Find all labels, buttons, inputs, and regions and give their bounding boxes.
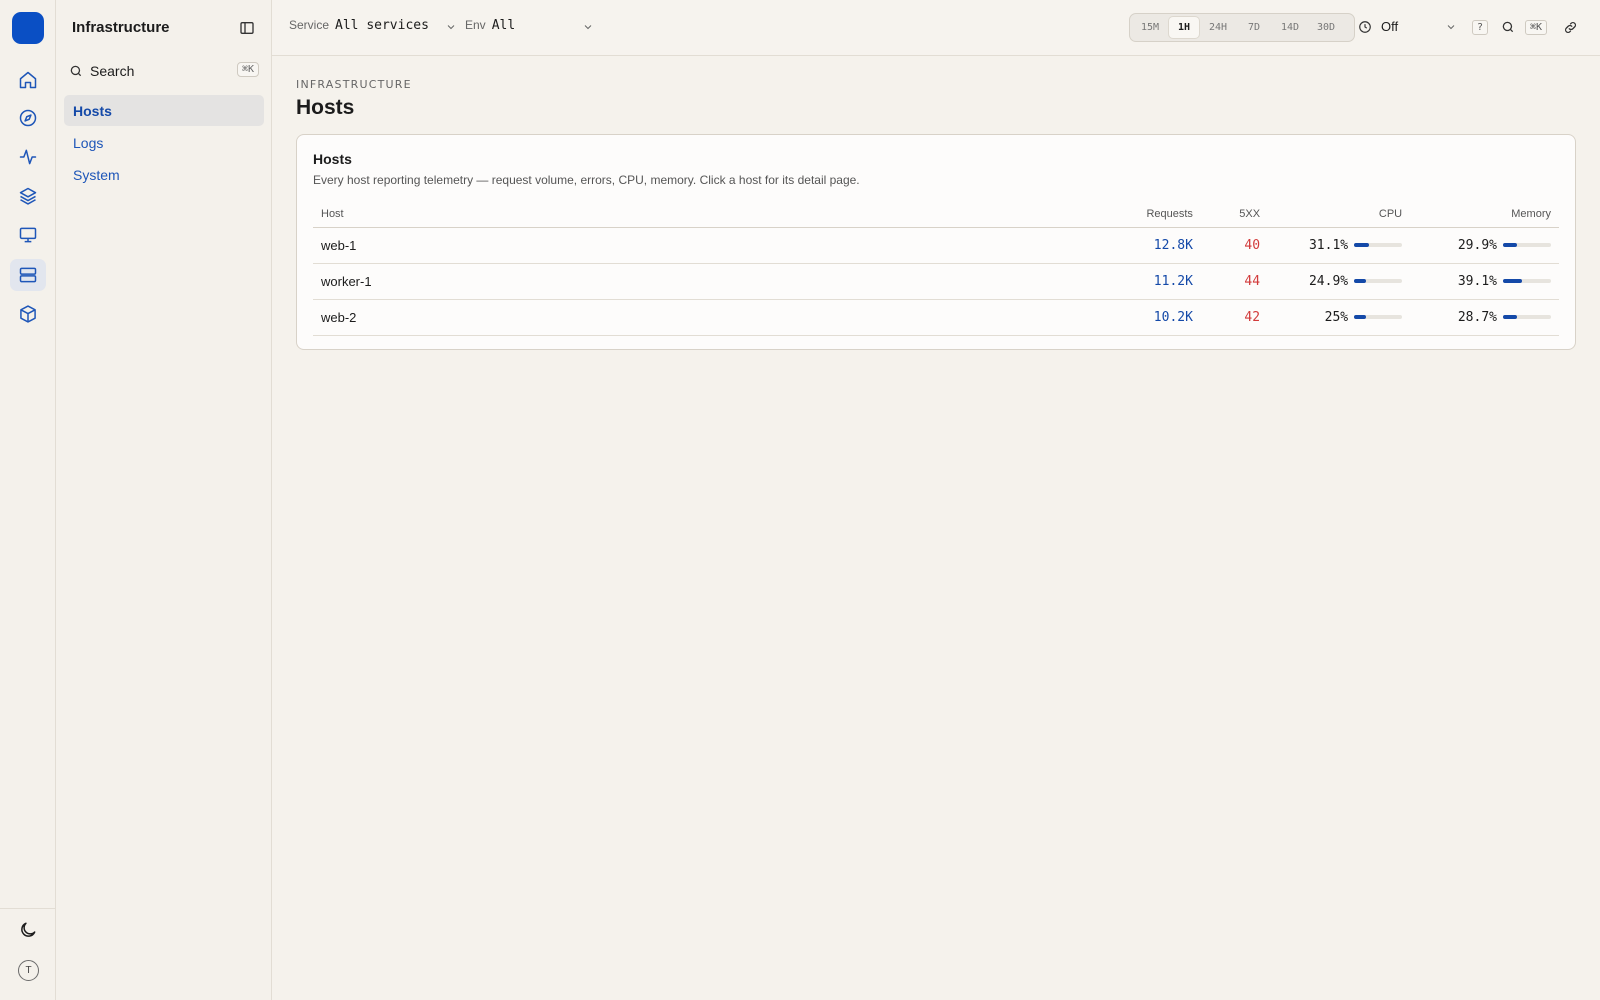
cpu-value: 25% [1324,309,1349,325]
service-filter[interactable]: Service All services [289,18,429,33]
errors-value: 40 [1200,227,1269,264]
hosts-card: Hosts Every host reporting telemetry — r… [296,134,1576,350]
memory-cell: 28.7% [1410,299,1559,336]
auto-refresh-select[interactable]: Off [1358,19,1398,34]
table-row[interactable]: worker-1 11.2K 44 24.9% 39.1% [313,263,1559,300]
cpu-meter-fill [1354,315,1367,319]
cpu-cell: 24.9% [1268,263,1411,300]
range-7d[interactable]: 7D [1237,17,1271,38]
memory-cell: 39.1% [1410,263,1559,300]
sidebar-toggle-icon[interactable] [239,20,255,36]
column-header-5xx[interactable]: 5XX [1200,201,1269,228]
page-title: Hosts [296,96,355,119]
cpu-value: 24.9% [1308,273,1349,289]
rail-divider [0,908,56,909]
memory-meter [1503,279,1551,283]
chevron-down-icon[interactable] [445,21,457,33]
memory-meter [1503,243,1551,247]
search-shortcut[interactable]: ⌘K [1524,19,1548,35]
memory-meter-fill [1503,315,1517,319]
home-icon[interactable] [10,64,46,96]
avatar[interactable]: T [18,960,39,981]
moon-icon[interactable] [10,914,46,946]
sidebar-item-system[interactable]: System [64,159,264,190]
env-filter-value: All [491,18,516,33]
cpu-meter-fill [1354,279,1367,283]
requests-value: 11.2K [1111,263,1201,300]
memory-meter-fill [1503,279,1522,283]
cpu-value: 31.1% [1308,237,1349,253]
cpu-cell: 25% [1268,299,1411,336]
range-24h[interactable]: 24H [1201,17,1235,38]
memory-cell: 29.9% [1410,227,1559,264]
search-shortcut-badge: ⌘K [1524,19,1548,35]
errors-value: 44 [1200,263,1269,300]
app-logo[interactable] [12,12,44,44]
env-filter[interactable]: Env All [465,18,515,33]
host-name[interactable]: web-2 [313,299,1112,336]
range-1h[interactable]: 1H [1169,17,1199,38]
table-header: Host Requests 5XX CPU Memory [313,201,1559,228]
compass-icon[interactable] [10,102,46,134]
memory-value: 29.9% [1457,237,1497,253]
help-icon: ? [1471,19,1489,35]
card-title: Hosts [313,151,352,167]
host-name[interactable]: worker-1 [313,263,1112,300]
requests-value: 10.2K [1111,299,1201,336]
icon-rail: T [0,0,56,1000]
sidebar-search[interactable]: Search ⌘K [66,58,262,84]
server-icon[interactable] [10,259,46,291]
top-bar: Service All services Env All 15M 1H 24H … [272,0,1600,56]
activity-icon[interactable] [10,141,46,173]
cpu-cell: 31.1% [1268,227,1411,264]
chevron-down-icon[interactable] [582,21,594,33]
sidebar-item-hosts[interactable]: Hosts [64,95,264,126]
column-header-memory[interactable]: Memory [1410,201,1559,228]
sidebar-search-label: Search [90,63,135,79]
table-row[interactable]: web-1 12.8K 40 31.1% 29.9% [313,227,1559,264]
memory-value: 39.1% [1457,273,1497,289]
link-icon[interactable] [1562,19,1578,35]
service-filter-value: All services [335,18,429,33]
chevron-down-icon[interactable] [1445,21,1457,33]
requests-value: 12.8K [1111,227,1201,264]
column-header-host[interactable]: Host [313,201,1112,228]
main-content: INFRASTRUCTURE Hosts Hosts Every host re… [296,78,1576,350]
sidebar-item-logs[interactable]: Logs [64,127,264,158]
package-icon[interactable] [10,298,46,330]
clock-icon [1359,20,1371,33]
monitor-icon[interactable] [10,219,46,251]
cpu-meter [1354,279,1403,283]
auto-refresh-value: Off [1381,19,1399,34]
cpu-meter-fill [1354,243,1370,247]
memory-value: 28.7% [1457,309,1497,325]
table-row[interactable]: web-2 10.2K 42 25% 28.7% [313,299,1559,336]
cpu-meter [1354,315,1403,319]
range-15m[interactable]: 15M [1133,17,1167,38]
breadcrumb: INFRASTRUCTURE [296,78,412,91]
column-header-cpu[interactable]: CPU [1268,201,1411,228]
range-14d[interactable]: 14D [1273,17,1307,38]
env-filter-label: Env [465,18,486,32]
range-30d[interactable]: 30D [1309,17,1343,38]
hosts-table: Host Requests 5XX CPU Memory web-1 12.8K… [313,201,1559,336]
search-shortcut-badge: ⌘K [236,62,259,77]
search-icon [70,65,82,77]
layers-icon[interactable] [10,180,46,212]
sidebar: Infrastructure Search ⌘K Hosts Logs Syst… [56,0,272,1000]
cpu-meter [1354,243,1403,247]
card-description: Every host reporting telemetry — request… [313,173,860,187]
memory-meter-fill [1503,243,1518,247]
help-button[interactable]: ? [1470,19,1490,35]
memory-meter [1503,315,1551,319]
time-range-selector: 15M 1H 24H 7D 14D 30D [1129,13,1355,42]
column-header-requests[interactable]: Requests [1111,201,1201,228]
errors-value: 42 [1200,299,1269,336]
search-icon[interactable] [1500,19,1516,35]
host-name[interactable]: web-1 [313,227,1112,264]
sidebar-title: Infrastructure [72,19,170,36]
service-filter-label: Service [289,18,330,32]
